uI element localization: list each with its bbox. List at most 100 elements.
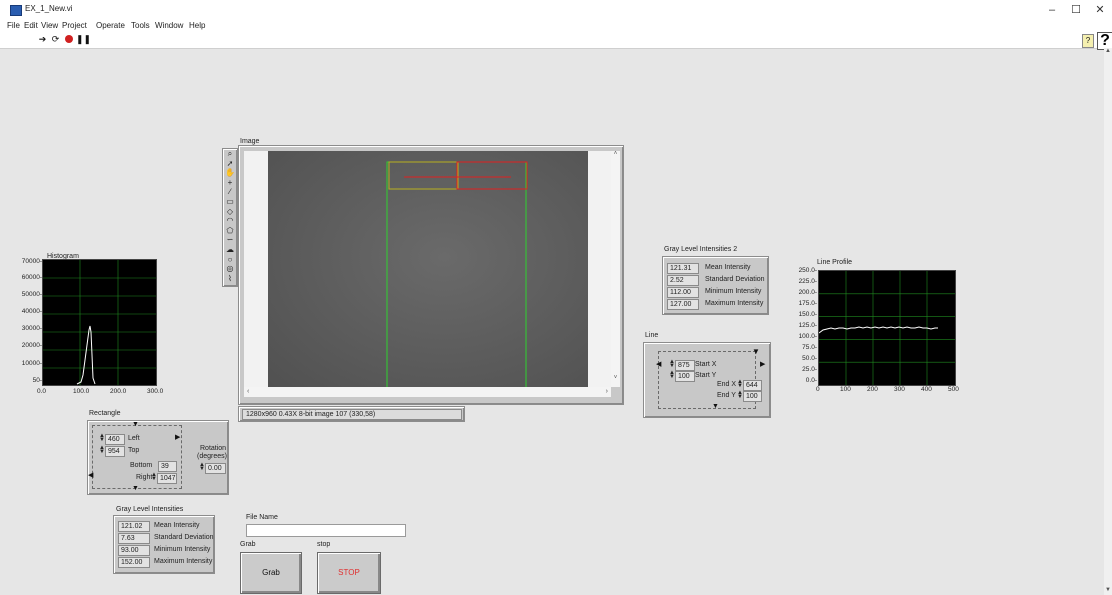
right-value[interactable]: 1047 [157,473,177,484]
y-tick: 0.0- [805,377,817,384]
menu-edit[interactable]: Edit [24,20,38,31]
mean-value-2: 121.31 [667,263,699,274]
image-horizontal-scrollbar[interactable]: ‹ › [244,387,611,397]
freehand-icon[interactable]: ∽ [223,235,237,245]
image-vertical-scrollbar[interactable]: ˄ ˅ [611,151,620,387]
pause-icon[interactable]: ❚❚ [76,34,91,45]
histogram-plot [42,259,157,386]
mean-label-2: Mean Intensity [705,264,751,271]
x-tick: 300 [894,386,905,393]
top-label: Top [128,447,140,454]
max-value-2: 127.00 [667,299,699,310]
x-tick: 0 [816,386,820,393]
abort-icon[interactable] [63,34,74,45]
rotation-value[interactable]: 0.00 [205,463,226,474]
rotation-label: Rotation [200,445,227,452]
run-arrow-icon[interactable]: ➔ [37,34,48,45]
stddev-value-2: 2.52 [667,275,699,286]
x-tick: 400 [921,386,932,393]
stop-label: stop [317,541,331,548]
rectangle-tool-icon[interactable]: ▭ [223,197,237,207]
line-profile-y-axis: 250.0- 225.0- 200.0- 175.0- 150.0- 125.0… [784,267,818,387]
oval-icon[interactable]: ○ [223,255,237,265]
stop-button[interactable]: STOP [317,552,381,594]
y-tick: 25.0- [802,366,817,373]
x-tick: 100 [840,386,851,393]
min-label: Minimum Intensity [154,546,211,553]
freehand-region-icon[interactable]: ☁ [223,245,237,255]
minimize-button[interactable]: – [1040,2,1064,18]
arrow-down-icon: ▼ [752,347,760,356]
y-tick: 70000- [21,258,42,265]
line-profile-plot [818,270,956,386]
x-tick: 200.0 [110,388,127,395]
rotation-unit-label: (degrees) [197,453,227,460]
run-continuous-icon[interactable]: ⟳ [50,34,61,45]
image-display[interactable] [244,151,611,387]
y-tick: 50- [32,377,42,384]
menu-help[interactable]: Help [189,20,205,31]
left-value[interactable]: 460 [105,434,125,445]
arrow-down-icon: ▼ [132,421,139,428]
lightbulb-icon[interactable]: ? [1082,34,1094,48]
grab-button[interactable]: Grab [240,552,302,594]
end-y-value[interactable]: 100 [743,391,762,402]
gray-levels-label: Gray Level Intensities [116,506,184,513]
maximize-button[interactable]: ☐ [1064,2,1088,18]
close-button[interactable]: ✕ [1088,2,1112,18]
y-tick: 40000- [21,308,42,315]
max-label: Maximum Intensity [154,558,213,565]
mean-label: Mean Intensity [154,522,200,529]
polygon-icon[interactable]: ⬠ [223,226,237,236]
rotated-rect-icon[interactable]: ◇ [223,207,237,217]
y-tick: 250.0- [798,267,817,274]
line-label: Line [645,332,659,339]
y-tick: 75.0- [802,344,817,351]
arrow-right-icon: ▶ [175,434,181,441]
bottom-value[interactable]: 39 [158,461,177,472]
zoom-icon[interactable]: ⌕ [223,149,237,159]
gray-levels-cluster: 121.02 Mean Intensity 7.63 Standard Devi… [113,515,215,574]
start-y-value[interactable]: 100 [675,371,695,382]
y-tick: 10000- [21,360,42,367]
gray-levels-2-cluster: 121.31 Mean Intensity 2.52 Standard Devi… [662,256,769,315]
min-label-2: Minimum Intensity [705,288,762,295]
y-tick: 50000- [21,291,42,298]
file-name-label: File Name [246,514,278,521]
max-label-2: Maximum Intensity [705,300,764,307]
menu-operate[interactable]: Operate [96,20,125,31]
end-x-value[interactable]: 644 [743,380,762,391]
annulus-icon[interactable]: ◠ [223,216,237,226]
menu-tools[interactable]: Tools [131,20,150,31]
scroll-down-icon[interactable]: ▼ [1104,587,1112,595]
y-tick: 100.0- [798,333,817,340]
image-info-text: 1280x960 0.43X 8-bit image 107 (330,58) [242,409,462,420]
menu-bar: File Edit View Project Operate Tools Win… [0,20,1112,32]
line-cluster: ▼ ◀ ▶ ▼ ▲ ▼ 875 Start X ▲ ▼ 100 Start Y En… [643,342,771,418]
x-tick: 200 [867,386,878,393]
broken-line-icon[interactable]: ⌇ [223,274,237,284]
toolbar: ➔ ⟳ ❚❚ ? ? [0,32,1112,50]
y-tick: 125.0- [798,322,817,329]
x-tick: 300.0 [147,388,164,395]
menu-file[interactable]: File [7,20,20,31]
start-x-value[interactable]: 875 [675,360,695,371]
scroll-up-icon[interactable]: ▲ [1104,48,1112,56]
y-tick: 175.0- [798,300,817,307]
menu-view[interactable]: View [41,20,58,31]
y-tick: 50.0- [802,355,817,362]
file-name-input[interactable] [246,524,406,537]
y-tick: 225.0- [798,278,817,285]
pointer-icon[interactable]: ➚ [223,159,237,169]
top-value[interactable]: 954 [105,446,125,457]
min-value-2: 112.00 [667,287,699,298]
menu-project[interactable]: Project [62,20,87,31]
point-icon[interactable]: + [223,178,237,188]
left-label: Left [128,435,140,442]
pan-icon[interactable]: ✋ [223,168,237,178]
y-tick: 150.0- [798,311,817,318]
vertical-scrollbar[interactable]: ▲ ▼ [1104,48,1112,595]
line-tool-icon[interactable]: ∕ [223,187,237,197]
menu-window[interactable]: Window [155,20,183,31]
ring-icon[interactable]: ◎ [223,264,237,274]
